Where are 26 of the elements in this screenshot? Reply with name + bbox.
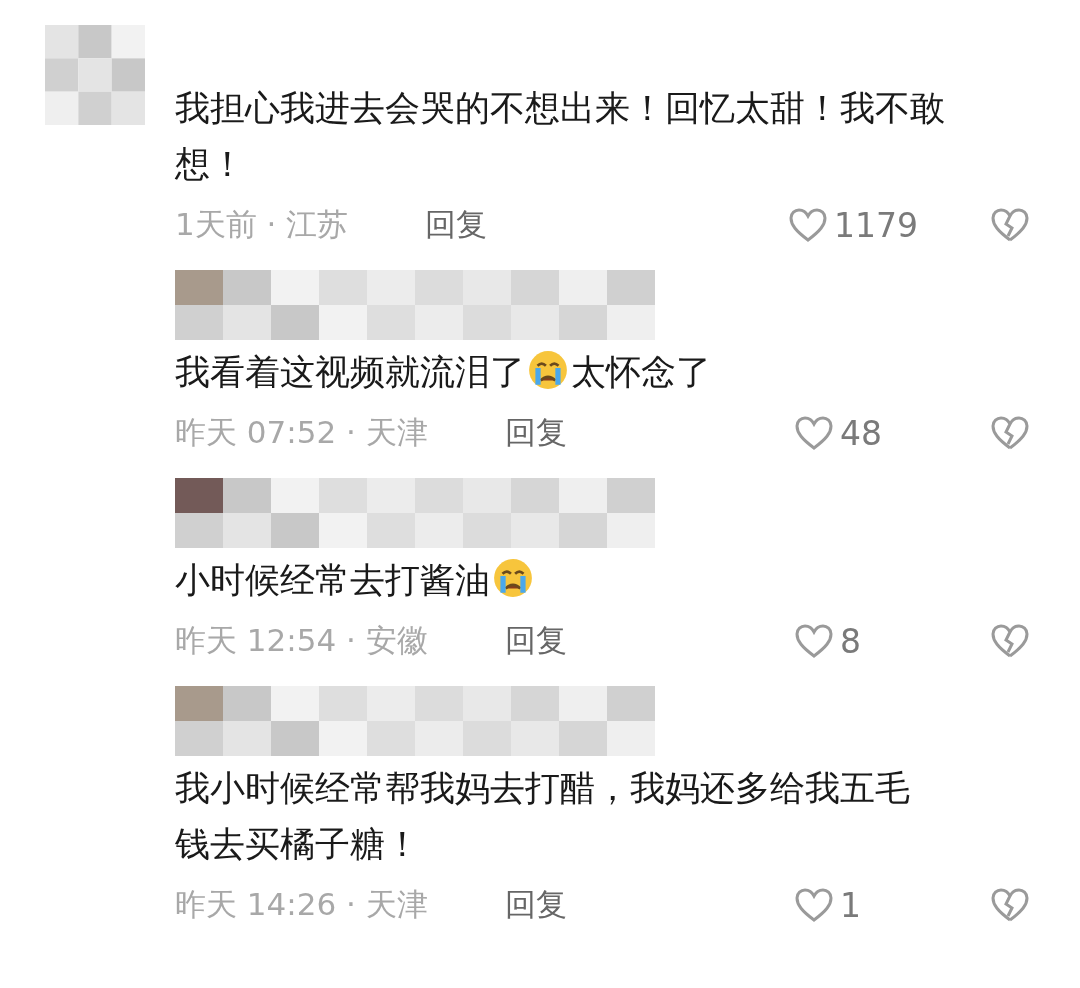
broken-heart-icon[interactable]	[990, 623, 1030, 659]
reply-button[interactable]: 回复	[505, 620, 567, 662]
like-count: 1	[840, 885, 862, 925]
broken-heart-icon[interactable]	[990, 887, 1030, 923]
comment-text: 我看着这视频就流泪了 太怀念了	[175, 344, 925, 400]
like-count: 48	[840, 413, 883, 453]
comment-text: 我担心我进去会哭的不想出来！回忆太甜！我不敢想！	[175, 87, 946, 186]
crying-face-icon	[492, 557, 534, 599]
like-count: 8	[840, 621, 862, 661]
heart-icon[interactable]	[794, 887, 834, 923]
heart-icon[interactable]	[794, 415, 834, 451]
reply-button[interactable]: 回复	[505, 884, 567, 926]
heart-icon[interactable]	[788, 207, 828, 243]
reply-button[interactable]: 回复	[425, 204, 487, 246]
crying-face-icon	[527, 349, 569, 391]
like-count: 1179	[834, 205, 918, 245]
broken-heart-icon[interactable]	[990, 415, 1030, 451]
broken-heart-icon[interactable]	[990, 207, 1030, 243]
heart-icon[interactable]	[794, 623, 834, 659]
comment-text: 小时候经常去打酱油	[175, 552, 925, 608]
comment-time-location: 昨天 07:52 · 天津	[175, 413, 429, 452]
comment-time-location: 1天前 · 江苏	[175, 205, 350, 244]
comment-time-location: 昨天 14:26 · 天津	[175, 885, 429, 924]
reply-button[interactable]: 回复	[505, 412, 567, 454]
comment-time-location: 昨天 12:54 · 安徽	[175, 621, 429, 660]
comment-text: 我小时候经常帮我妈去打醋，我妈还多给我五毛钱去买橘子糖！	[175, 767, 911, 866]
